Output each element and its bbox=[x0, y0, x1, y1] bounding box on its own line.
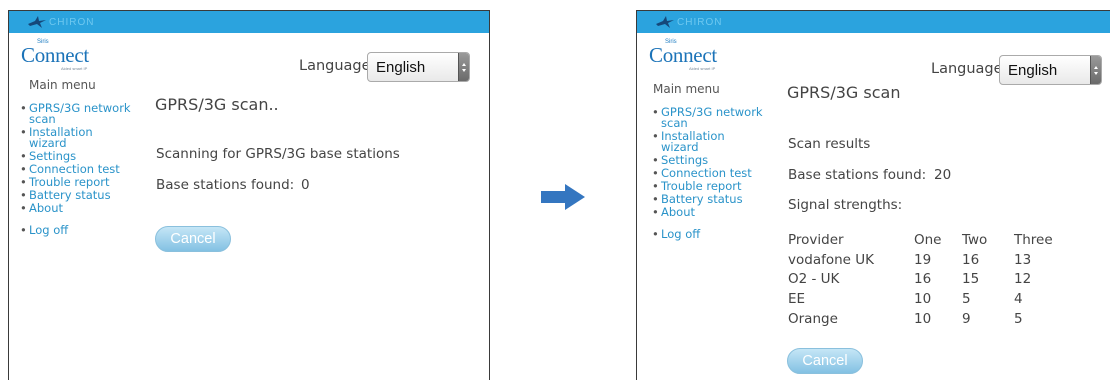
menu-item-gprs-scan[interactable]: GPRS/3G network scan bbox=[652, 106, 764, 129]
menu-item-settings[interactable]: Settings bbox=[652, 155, 764, 167]
bird-logo-icon bbox=[28, 16, 46, 28]
menu-item-connection-test[interactable]: Connection test bbox=[20, 164, 132, 176]
brand-name: CHIRON bbox=[49, 16, 95, 28]
table-row: EE 10 5 4 bbox=[788, 289, 1064, 309]
brand: CHIRON bbox=[27, 14, 94, 30]
menu-item-battery-status[interactable]: Battery status bbox=[652, 194, 764, 206]
page-title: GPRS/3G scan bbox=[787, 83, 901, 102]
signal-cell: 16 bbox=[962, 251, 980, 268]
menu-item-gprs-scan[interactable]: GPRS/3G network scan bbox=[20, 102, 132, 125]
select-arrows-icon bbox=[1090, 56, 1101, 84]
column-header-three: Three bbox=[1014, 231, 1053, 248]
signal-cell: 16 bbox=[914, 271, 932, 288]
signal-strengths-label: Signal strengths: bbox=[788, 197, 903, 213]
signal-cell: 10 bbox=[914, 290, 932, 307]
provider-cell: O2 - UK bbox=[788, 271, 840, 288]
signal-cell: 4 bbox=[1014, 290, 1023, 307]
provider-cell: EE bbox=[788, 290, 806, 307]
scanning-screen: CHIRON Siris Connect Aided smart IP Lang… bbox=[8, 10, 490, 380]
language-value: English bbox=[1008, 62, 1058, 79]
signal-cell: 10 bbox=[914, 310, 932, 327]
signal-cell: 5 bbox=[1014, 310, 1023, 327]
cancel-button[interactable]: Cancel bbox=[155, 226, 231, 252]
menu-item-settings[interactable]: Settings bbox=[20, 151, 132, 163]
base-stations-count: 20 bbox=[934, 167, 952, 183]
language-label: Language: bbox=[299, 58, 376, 74]
menu-item-about[interactable]: About bbox=[20, 203, 132, 215]
table-row: O2 - UK 16 15 12 bbox=[788, 269, 1064, 289]
logo-main: Connect bbox=[21, 43, 89, 67]
header-bar: CHIRON bbox=[9, 11, 489, 33]
provider-cell: vodafone UK bbox=[788, 251, 874, 268]
right-arrow-icon bbox=[541, 184, 585, 210]
scan-results-screen: CHIRON Siris Connect Aided smart IP Lang… bbox=[636, 10, 1110, 380]
signal-cell: 13 bbox=[1014, 251, 1032, 268]
signal-cell: 5 bbox=[962, 290, 971, 307]
menu-item-trouble-report[interactable]: Trouble report bbox=[652, 181, 764, 193]
main-menu-title: Main menu bbox=[29, 78, 96, 92]
menu-item-battery-status[interactable]: Battery status bbox=[20, 190, 132, 202]
menu-item-trouble-report[interactable]: Trouble report bbox=[20, 177, 132, 189]
provider-cell: Orange bbox=[788, 310, 838, 327]
table-header-row: Provider One Two Three bbox=[788, 230, 1064, 250]
language-value: English bbox=[376, 59, 426, 76]
cancel-button[interactable]: Cancel bbox=[787, 348, 863, 374]
language-select[interactable]: English bbox=[999, 55, 1102, 85]
scan-status: Scanning for GPRS/3G base stations bbox=[156, 146, 400, 162]
base-stations-label: Base stations found: bbox=[788, 167, 927, 183]
language-select[interactable]: English bbox=[367, 52, 470, 82]
base-stations-count: 0 bbox=[301, 177, 310, 193]
main-menu: GPRS/3G network scan Installation wizard… bbox=[652, 106, 764, 242]
signal-cell: 19 bbox=[914, 251, 932, 268]
scan-results-heading: Scan results bbox=[788, 136, 871, 152]
signal-cell: 12 bbox=[1014, 271, 1032, 288]
menu-item-connection-test[interactable]: Connection test bbox=[652, 168, 764, 180]
menu-item-log-off[interactable]: Log off bbox=[652, 228, 764, 240]
logo-tagline: Aided smart IP bbox=[689, 66, 716, 71]
menu-item-about[interactable]: About bbox=[652, 207, 764, 219]
table-row: Orange 10 9 5 bbox=[788, 309, 1064, 329]
main-menu: GPRS/3G network scan Installation wizard… bbox=[20, 102, 132, 238]
column-header-one: One bbox=[914, 231, 942, 248]
brand: CHIRON bbox=[655, 14, 722, 30]
base-stations-label: Base stations found: bbox=[156, 177, 295, 193]
select-arrows-icon bbox=[458, 53, 469, 81]
logo-main: Connect bbox=[649, 43, 717, 67]
page-title: GPRS/3G scan.. bbox=[155, 95, 279, 114]
signal-strength-table: Provider One Two Three vodafone UK 19 16… bbox=[788, 230, 1064, 328]
language-label: Language: bbox=[931, 61, 1008, 77]
table-row: vodafone UK 19 16 13 bbox=[788, 250, 1064, 270]
menu-item-installation-wizard[interactable]: Installation wizard bbox=[20, 126, 132, 149]
bird-logo-icon bbox=[656, 16, 674, 28]
signal-cell: 15 bbox=[962, 271, 980, 288]
menu-item-installation-wizard[interactable]: Installation wizard bbox=[652, 130, 764, 153]
column-header-provider: Provider bbox=[788, 231, 844, 248]
menu-item-log-off[interactable]: Log off bbox=[20, 224, 132, 236]
main-menu-title: Main menu bbox=[653, 82, 720, 96]
logo-tagline: Aided smart IP bbox=[61, 66, 88, 71]
signal-cell: 9 bbox=[962, 310, 971, 327]
column-header-two: Two bbox=[962, 231, 988, 248]
brand-name: CHIRON bbox=[677, 16, 723, 28]
header-bar: CHIRON bbox=[637, 11, 1110, 33]
